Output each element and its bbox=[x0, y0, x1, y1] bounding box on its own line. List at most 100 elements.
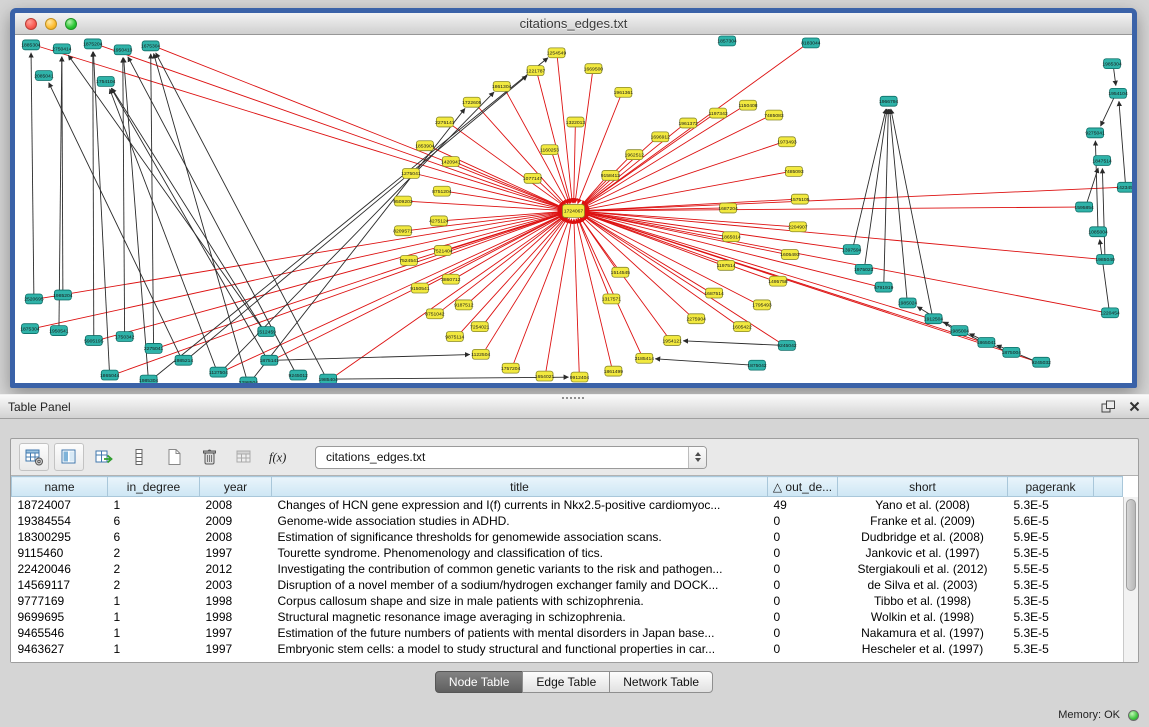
table-row[interactable]: 1830029562008Estimation of significance … bbox=[12, 529, 1123, 545]
table-row[interactable]: 977716911998Corpus callosum shape and si… bbox=[12, 593, 1123, 609]
table-row[interactable]: 946362711997Embryonic stem cells: a mode… bbox=[12, 641, 1123, 657]
graph-node[interactable]: 1985004 bbox=[950, 326, 970, 336]
graph-node[interactable]: 1150408 bbox=[739, 100, 758, 110]
graph-node[interactable]: 1696912 bbox=[651, 132, 671, 142]
column-header[interactable]: △ out_de... bbox=[768, 477, 838, 497]
graph-node[interactable]: 1875004 bbox=[1002, 347, 1022, 357]
graph-node[interactable]: 8751042 bbox=[425, 309, 445, 319]
graph-node[interactable]: 2085041 bbox=[34, 71, 54, 81]
graph-node[interactable]: 1966794 bbox=[879, 96, 899, 106]
graph-node[interactable]: 1875304 bbox=[20, 324, 40, 334]
panel-divider-grip[interactable] bbox=[562, 397, 584, 399]
graph-node[interactable]: 2520695 bbox=[24, 294, 44, 304]
graph-node[interactable]: 1575105 bbox=[790, 194, 810, 204]
graph-node[interactable]: 1254549 bbox=[547, 48, 567, 58]
graph-node[interactable]: 9912404 bbox=[570, 372, 590, 382]
graph-node[interactable]: 1853904 bbox=[415, 141, 435, 151]
graph-node[interactable]: 5905195 bbox=[84, 336, 104, 346]
graph-node[interactable]: 1985040 bbox=[1095, 254, 1115, 264]
table-row[interactable]: 969969511998Structural magnetic resonanc… bbox=[12, 609, 1123, 625]
graph-node[interactable]: 1605493 bbox=[780, 250, 800, 260]
graph-node[interactable]: 1077147 bbox=[523, 173, 543, 183]
graph-node[interactable]: 1687204 bbox=[718, 203, 738, 213]
graph-node[interactable]: 1885304 bbox=[21, 40, 41, 50]
graph-node[interactable]: 1985214 bbox=[174, 355, 194, 365]
graph-node[interactable]: 1961372 bbox=[679, 118, 699, 128]
graph-node[interactable]: 1197343 bbox=[709, 108, 728, 118]
graph-node[interactable]: 2275141 bbox=[435, 117, 455, 127]
graph-node[interactable]: 1975023 bbox=[854, 264, 874, 274]
graph-node[interactable]: 1861499 bbox=[604, 366, 624, 376]
graph-node[interactable]: 8209571 bbox=[393, 226, 413, 236]
graph-node[interactable]: 1875204 bbox=[83, 39, 103, 49]
delete-icon[interactable] bbox=[194, 443, 224, 471]
network-selector[interactable]: citations_edges.txt bbox=[315, 446, 707, 469]
graph-node[interactable]: 1420941 bbox=[441, 157, 461, 167]
graph-node[interactable]: 1912504 bbox=[924, 314, 944, 324]
column-header[interactable]: pagerank bbox=[1008, 477, 1094, 497]
graph-node[interactable]: 8183044 bbox=[801, 38, 821, 48]
graph-node[interactable]: 1675304 bbox=[141, 41, 161, 51]
table-row[interactable]: 2242004622012Investigating the contribut… bbox=[12, 561, 1123, 577]
hub-node[interactable]: 1724067 bbox=[563, 205, 585, 218]
graph-node[interactable]: 3860712 bbox=[441, 274, 461, 284]
graph-node[interactable]: 1423454 bbox=[1116, 182, 1132, 192]
table-gear-icon[interactable] bbox=[19, 443, 49, 471]
table-import-icon[interactable] bbox=[89, 443, 119, 471]
graph-node[interactable]: 1220454 bbox=[1100, 308, 1120, 318]
column-header[interactable] bbox=[1094, 477, 1123, 497]
columns-icon[interactable] bbox=[54, 443, 84, 471]
graph-node[interactable]: 9509203 bbox=[393, 196, 413, 206]
graph-node[interactable]: 2204907 bbox=[788, 222, 808, 232]
graph-node[interactable]: 1985304 bbox=[139, 375, 159, 383]
close-panel-icon[interactable] bbox=[1128, 400, 1141, 413]
graph-node[interactable]: 1757204 bbox=[501, 363, 521, 373]
graph-node[interactable]: 1847514 bbox=[1092, 156, 1112, 166]
graph-node[interactable]: 8751204 bbox=[432, 186, 452, 196]
graph-node[interactable]: 1954121 bbox=[663, 336, 683, 346]
graph-node[interactable]: 1221787 bbox=[526, 66, 546, 76]
table-scrollbar[interactable] bbox=[1123, 497, 1138, 662]
graph-node[interactable]: 1865044 bbox=[100, 370, 120, 380]
graph-node[interactable]: 1950413 bbox=[113, 45, 133, 55]
graph-node[interactable]: 9275041 bbox=[1085, 128, 1105, 138]
table-row[interactable]: 1456911722003Disruption of a novel membe… bbox=[12, 577, 1123, 593]
graph-node[interactable]: 1127504 bbox=[209, 367, 228, 377]
graph-node[interactable]: 1754104 bbox=[96, 77, 116, 87]
graph-node[interactable]: 7485093 bbox=[784, 166, 804, 176]
graph-node[interactable]: 1962512 bbox=[625, 150, 645, 160]
graph-node[interactable]: 1722605 bbox=[462, 97, 482, 107]
graph-node[interactable]: 1669500 bbox=[584, 64, 604, 74]
table-row[interactable]: 911546021997Tourette syndrome. Phenomeno… bbox=[12, 545, 1123, 561]
scrollbar-thumb[interactable] bbox=[1126, 499, 1136, 591]
graph-node[interactable]: 1317571 bbox=[602, 294, 622, 304]
graph-node[interactable]: 1985204 bbox=[53, 290, 73, 300]
graph-node[interactable]: 1197514 bbox=[717, 260, 736, 270]
graph-node[interactable]: 7524541 bbox=[399, 255, 419, 265]
graph-node[interactable]: 2275904 bbox=[686, 314, 706, 324]
graph-node[interactable]: 1750342 bbox=[115, 332, 135, 342]
graph-node[interactable]: 9158412 bbox=[601, 170, 621, 180]
graph-node[interactable]: 1605422 bbox=[732, 322, 752, 332]
graph-node[interactable]: 6791919 bbox=[874, 282, 894, 292]
graph-node[interactable]: 1160253 bbox=[540, 145, 559, 155]
float-panel-icon[interactable] bbox=[1101, 400, 1116, 413]
graph-node[interactable]: 2750414 bbox=[52, 44, 72, 54]
table-disabled-icon[interactable] bbox=[229, 443, 259, 471]
graph-node[interactable]: 1985024 bbox=[898, 298, 918, 308]
table-row[interactable]: 946554611997Estimation of the future num… bbox=[12, 625, 1123, 641]
graph-node[interactable]: 9187512 bbox=[454, 300, 474, 310]
graph-node[interactable]: 1961361 bbox=[614, 87, 634, 97]
graph-node[interactable]: 9875114 bbox=[445, 332, 464, 342]
graph-node[interactable]: 1495758 bbox=[768, 276, 788, 286]
graph-node[interactable]: 7521404 bbox=[433, 246, 453, 256]
column-header[interactable]: year bbox=[200, 477, 272, 497]
column-header[interactable]: in_degree bbox=[108, 477, 200, 497]
graph-node[interactable]: 1795493 bbox=[752, 300, 772, 310]
graph-node[interactable]: 9245042 bbox=[777, 340, 797, 350]
column-header[interactable]: short bbox=[838, 477, 1008, 497]
graph-node[interactable]: 4275124 bbox=[429, 216, 449, 226]
graph-node[interactable]: 7254021 bbox=[470, 322, 490, 332]
tab-network-table[interactable]: Network Table bbox=[609, 671, 713, 693]
graph-node[interactable]: 1122504 bbox=[471, 349, 490, 359]
